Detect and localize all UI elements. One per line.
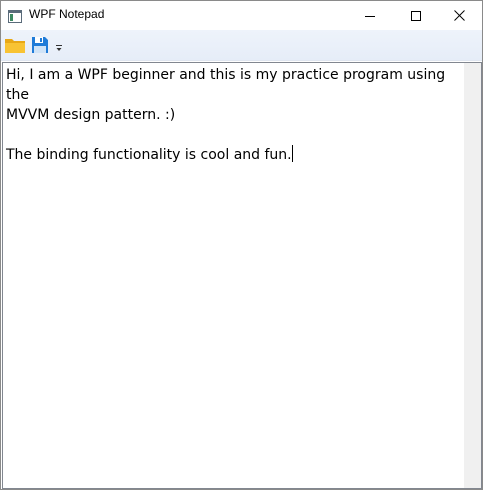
- window-title: WPF Notepad: [29, 7, 105, 21]
- toolbar-overflow-icon: [56, 45, 62, 51]
- folder-icon: [5, 39, 25, 53]
- vertical-scrollbar[interactable]: [464, 63, 481, 488]
- text-caret: [291, 145, 293, 162]
- editor-content[interactable]: Hi, I am a WPF beginner and this is my p…: [6, 65, 461, 165]
- title-bar[interactable]: WPF Notepad: [1, 1, 482, 30]
- minimize-icon: [365, 15, 375, 17]
- editor-line: MVVM design pattern. :): [6, 107, 176, 123]
- toolbar-overflow-button[interactable]: [53, 40, 65, 56]
- text-editor[interactable]: Hi, I am a WPF beginner and this is my p…: [2, 62, 482, 489]
- minimize-button[interactable]: [347, 1, 393, 30]
- app-window: WPF Notepad Hi, I am a WPF beginner and …: [0, 0, 483, 490]
- save-button[interactable]: [29, 33, 51, 57]
- editor-line: The binding functionality is cool and fu…: [6, 147, 292, 163]
- maximize-icon: [411, 10, 421, 21]
- save-icon: [32, 37, 48, 53]
- close-icon: [453, 10, 465, 21]
- maximize-button[interactable]: [393, 1, 439, 30]
- app-window-icon: [8, 8, 22, 23]
- open-button[interactable]: [3, 33, 27, 57]
- close-button[interactable]: [436, 1, 482, 30]
- editor-line: Hi, I am a WPF beginner and this is my p…: [6, 67, 450, 103]
- toolbar: [1, 30, 482, 61]
